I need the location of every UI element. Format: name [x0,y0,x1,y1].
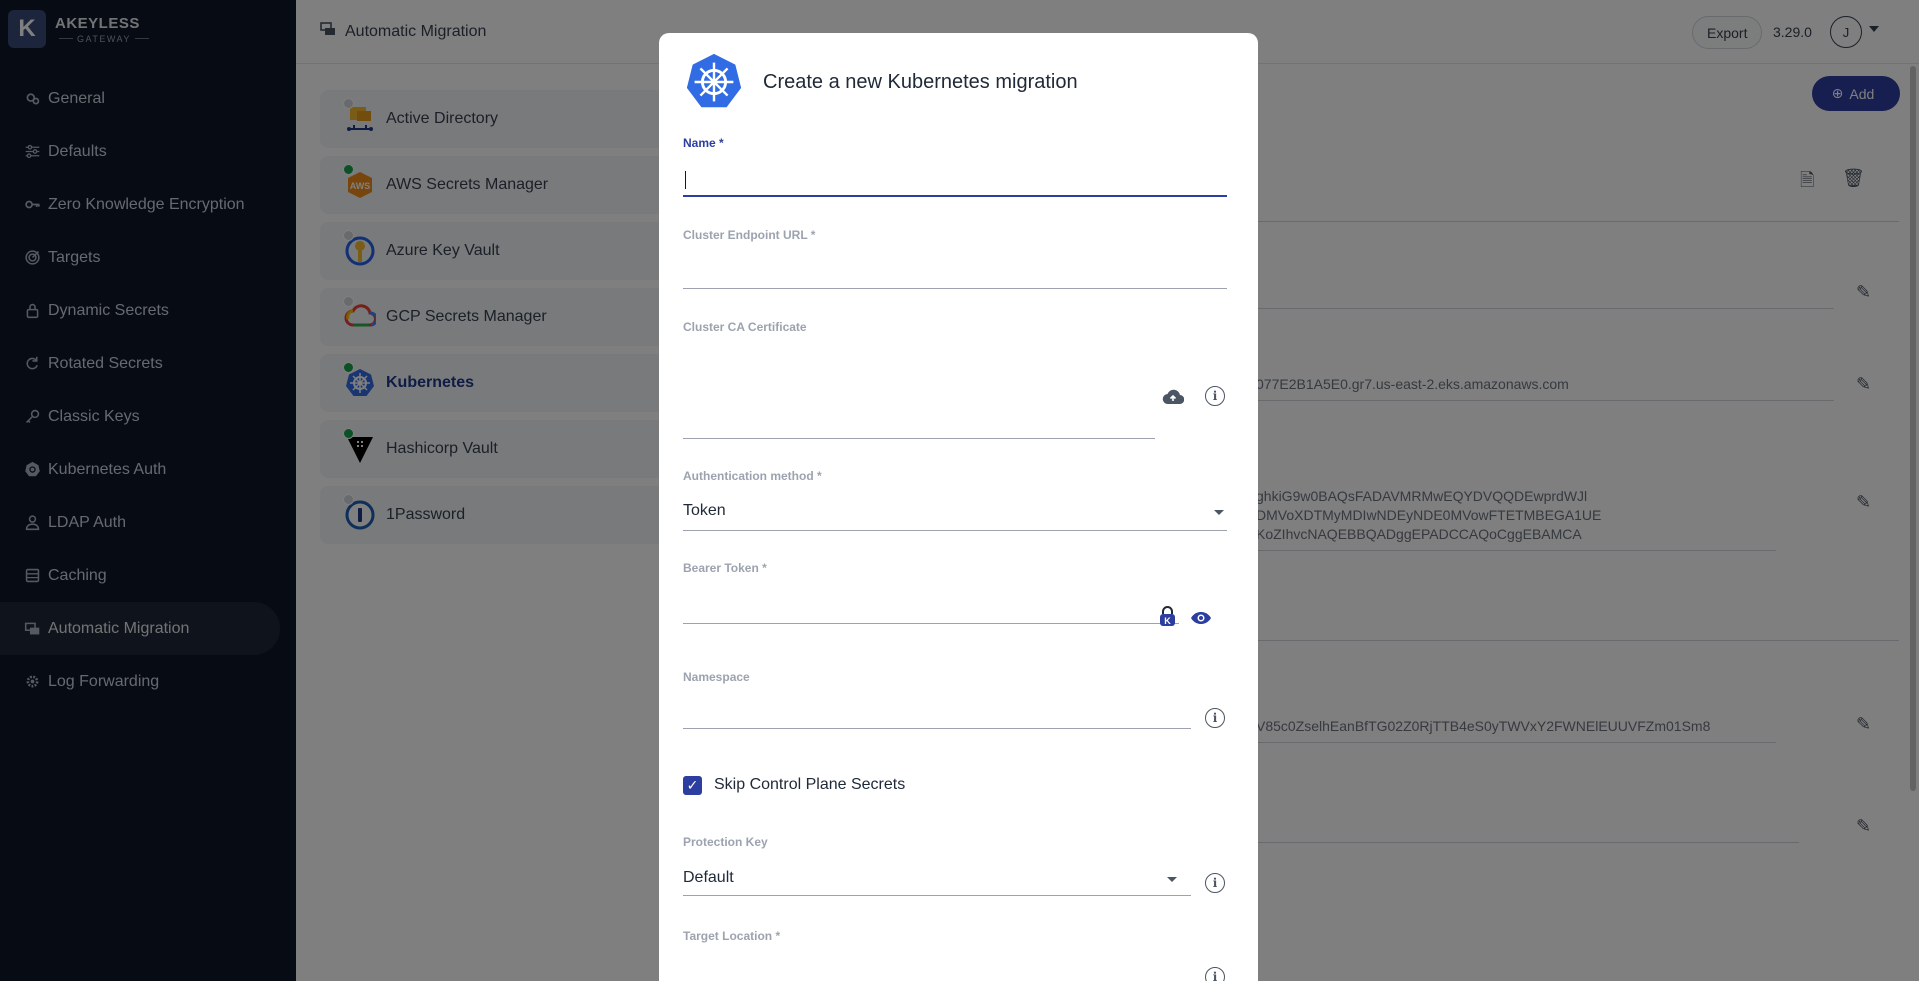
eye-icon[interactable] [1190,611,1212,625]
chevron-down-icon [1214,510,1224,515]
skip-control-plane-checkbox[interactable]: ✓ [683,776,702,795]
auth-method-field: Authentication method * [683,469,822,483]
endpoint-input[interactable] [683,255,1227,289]
create-migration-dialog: Create a new Kubernetes migration Name *… [659,33,1258,981]
modal-header: Create a new Kubernetes migration [683,51,1078,113]
chevron-down-icon [1167,877,1177,882]
modal-title: Create a new Kubernetes migration [763,70,1078,93]
namespace-field: Namespace [683,670,750,684]
namespace-input[interactable] [683,693,1191,729]
ca-certificate-input[interactable] [683,343,1155,439]
cloud-upload-icon[interactable] [1162,389,1184,405]
bearer-token-input[interactable] [683,588,1179,624]
protection-key-label: Protection Key [683,835,768,849]
info-icon[interactable]: i [1205,708,1225,728]
protection-key-field: Protection Key [683,835,768,849]
akeyless-lock-icon[interactable]: K [1159,606,1176,627]
info-icon[interactable]: i [1205,386,1225,406]
protection-key-value: Default [683,869,734,886]
ca-certificate-field: Cluster CA Certificate [683,320,807,334]
auth-method-value: Token [683,502,726,519]
svg-text:K: K [1164,616,1171,626]
endpoint-field: Cluster Endpoint URL * [683,228,815,242]
endpoint-label: Cluster Endpoint URL * [683,228,816,242]
info-icon[interactable]: i [1205,967,1225,981]
namespace-label: Namespace [683,670,750,684]
skip-control-plane-label[interactable]: Skip Control Plane Secrets [714,776,905,794]
auth-method-select[interactable]: Token [683,495,1227,531]
name-field: Name * [683,136,724,150]
name-label: Name * [683,136,724,150]
bearer-token-field: Bearer Token * [683,561,767,575]
auth-method-label: Authentication method * [683,469,822,483]
info-icon[interactable]: i [1205,873,1225,893]
text-cursor [685,171,686,189]
kubernetes-icon [686,53,742,108]
bearer-token-label: Bearer Token * [683,561,767,575]
ca-certificate-label: Cluster CA Certificate [683,320,807,334]
name-input[interactable] [683,163,1227,197]
target-location-field: Target Location * [683,929,780,943]
target-location-label: Target Location * [683,929,781,943]
protection-key-select[interactable]: Default [683,860,1191,896]
